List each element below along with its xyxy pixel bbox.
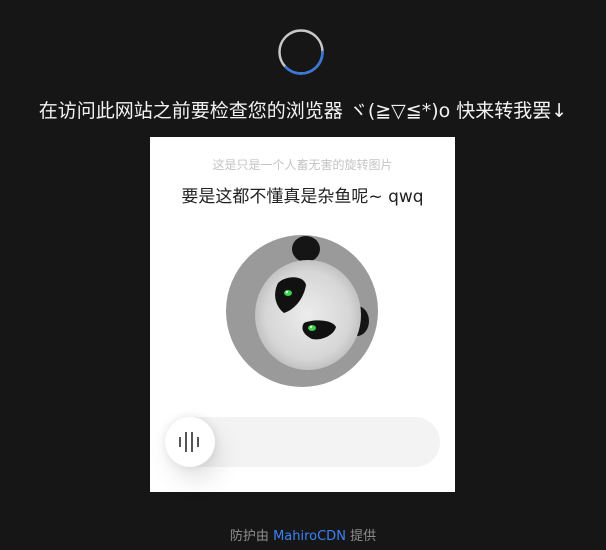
captcha-hint: 这是只是一个人畜无害的旋转图片 — [212, 158, 393, 172]
slider-handle[interactable] — [165, 417, 215, 467]
page: 在访问此网站之前要检查您的浏览器 ヾ(≧▽≦*)o 快来转我罢↓ 这是只是一个人… — [0, 0, 606, 550]
page-headline: 在访问此网站之前要检查您的浏览器 ヾ(≧▽≦*)o 快来转我罢↓ — [38, 100, 568, 122]
grip-lines-icon — [179, 432, 199, 452]
captcha-title: 要是这都不懂真是杂鱼呢~ qwq — [181, 187, 424, 207]
footer-suffix: 提供 — [350, 529, 377, 544]
captcha-card: 这是只是一个人畜无害的旋转图片 要是这都不懂真是杂鱼呢~ qwq — [150, 137, 455, 492]
footer-brand-link[interactable]: MahiroCDN — [273, 529, 346, 544]
loading-spinner-icon — [278, 29, 324, 75]
rotating-captcha-image — [226, 235, 378, 387]
footer-prefix: 防护由 — [229, 529, 269, 544]
panda-face-rotated-icon — [226, 235, 378, 387]
footer: 防护由 MahiroCDN 提供 — [0, 525, 606, 544]
